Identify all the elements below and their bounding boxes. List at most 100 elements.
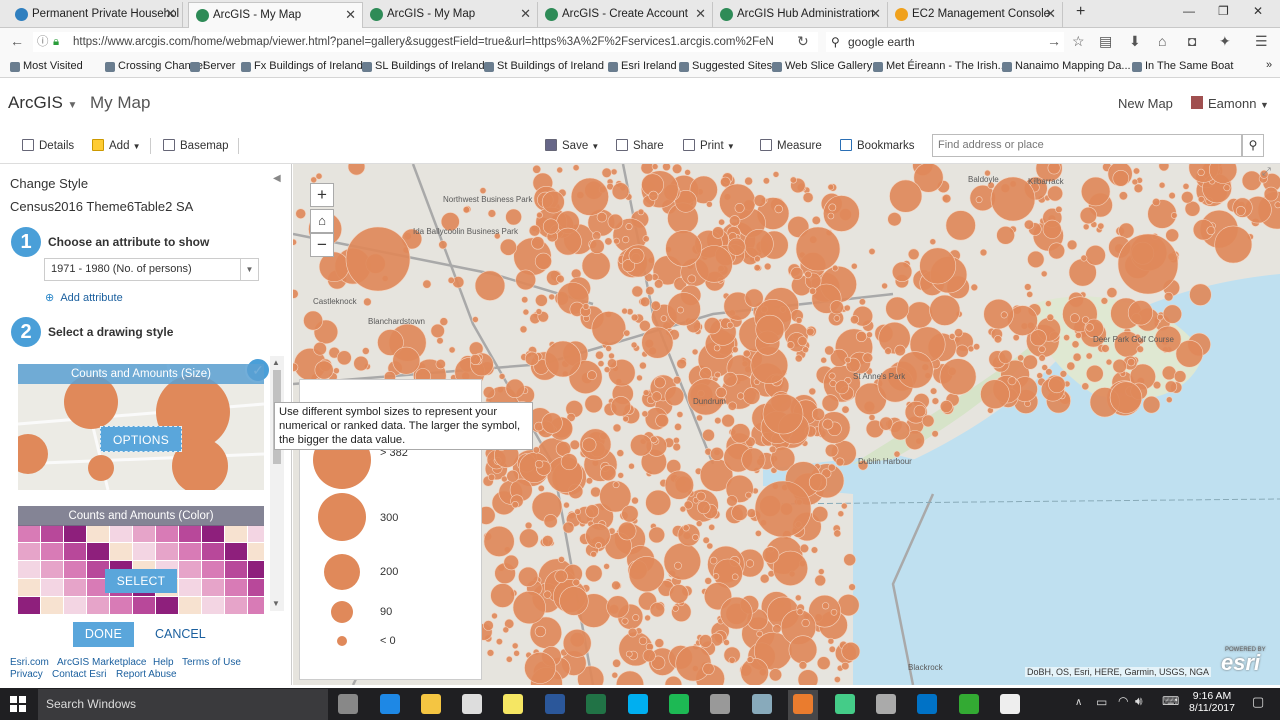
- bookmark-item[interactable]: In The Same Boat: [1130, 60, 1233, 72]
- bookmark-item[interactable]: Most Visited: [8, 60, 83, 72]
- find-search-button[interactable]: ⚲: [1242, 134, 1264, 157]
- library-icon[interactable]: ▤: [1099, 33, 1112, 50]
- style-card-color[interactable]: Counts and Amounts (Color) SELECT: [18, 506, 264, 614]
- arcgis-brand[interactable]: ArcGIS ▼: [8, 93, 77, 113]
- home-extent-button[interactable]: ⌂: [310, 209, 334, 233]
- outlook-icon[interactable]: [917, 694, 937, 714]
- app-icon[interactable]: [710, 694, 730, 714]
- close-tab-icon[interactable]: ✕: [870, 2, 881, 26]
- tray-chevron-icon[interactable]: ∧: [1075, 697, 1082, 708]
- keyboard-icon[interactable]: ⌨: [1162, 694, 1179, 708]
- user-menu[interactable]: Eamonn ▼: [1208, 96, 1269, 111]
- tab-3[interactable]: ArcGIS - My Map ✕: [363, 2, 538, 28]
- bookmark-item[interactable]: SL Buildings of Ireland: [360, 60, 485, 72]
- close-tab-icon[interactable]: ✕: [695, 2, 706, 26]
- cancel-button[interactable]: CANCEL: [155, 627, 206, 641]
- bookmark-item[interactable]: St Buildings of Ireland: [482, 60, 604, 72]
- collapse-panel-icon[interactable]: ◀: [273, 173, 281, 184]
- save-button[interactable]: Save ▼: [545, 139, 599, 152]
- add-button[interactable]: Add ▼: [92, 139, 141, 152]
- skype-icon[interactable]: [628, 694, 648, 714]
- expand-map-icon[interactable]: ⤢: [1262, 166, 1271, 179]
- store-icon[interactable]: [462, 694, 482, 714]
- word-icon[interactable]: [545, 694, 565, 714]
- spotify-icon[interactable]: [669, 694, 689, 714]
- bookmark-item[interactable]: Esri Ireland: [606, 60, 677, 72]
- footer-link[interactable]: Help: [153, 657, 174, 668]
- sticky-notes-icon[interactable]: [503, 694, 523, 714]
- browser-search-input[interactable]: ⚲ google earth: [826, 32, 1064, 52]
- network-icon[interactable]: ▭: [1096, 695, 1107, 709]
- scroll-down-icon[interactable]: ▼: [272, 599, 280, 608]
- bookmark-item[interactable]: Met Éireann - The Irish...: [871, 60, 1007, 72]
- volume-icon[interactable]: 🔊︎: [1135, 694, 1143, 709]
- scroll-up-icon[interactable]: ▲: [272, 358, 280, 367]
- add-attribute-link[interactable]: ⊕ Add attribute: [45, 291, 123, 304]
- tab-2[interactable]: ArcGIS - My Map ✕: [188, 2, 363, 28]
- new-tab-button[interactable]: +: [1076, 3, 1085, 21]
- app-icon[interactable]: [1000, 694, 1020, 714]
- minimize-window-button[interactable]: —: [1183, 4, 1195, 18]
- bookmark-item[interactable]: Nanaimo Mapping Da...: [1000, 60, 1131, 72]
- panel-scrollbar[interactable]: ▲ ▼: [270, 356, 284, 611]
- done-button[interactable]: DONE: [73, 622, 134, 647]
- tab-4[interactable]: ArcGIS - Create Account ✕: [538, 2, 713, 28]
- find-address-input[interactable]: Find address or place: [932, 134, 1242, 157]
- app-icon[interactable]: [752, 694, 772, 714]
- extension-icon[interactable]: ✦: [1219, 33, 1231, 50]
- footer-link[interactable]: ArcGIS Marketplace: [57, 657, 146, 668]
- camtasia-icon[interactable]: [959, 694, 979, 714]
- windows-search-input[interactable]: Search Windows: [38, 689, 328, 720]
- footer-link[interactable]: Contact Esri: [52, 669, 106, 680]
- file-explorer-icon[interactable]: [421, 694, 441, 714]
- task-view-icon[interactable]: [338, 694, 358, 714]
- close-tab-icon[interactable]: ✕: [165, 2, 176, 26]
- bookmark-item[interactable]: Web Slice Gallery: [770, 60, 872, 72]
- select-button[interactable]: SELECT: [105, 569, 177, 593]
- notifications-icon[interactable]: ▢: [1252, 694, 1264, 710]
- app-icon[interactable]: [876, 694, 896, 714]
- zoom-in-button[interactable]: +: [310, 183, 334, 207]
- close-tab-icon[interactable]: ✕: [520, 2, 531, 26]
- help-icon[interactable]: [835, 694, 855, 714]
- new-map-button[interactable]: New Map: [1118, 96, 1173, 111]
- bookmark-item[interactable]: Suggested Sites: [677, 60, 772, 72]
- print-button[interactable]: Print ▼: [683, 139, 735, 152]
- star-icon[interactable]: ☆: [1072, 33, 1085, 50]
- footer-link[interactable]: Terms of Use: [182, 657, 241, 668]
- bookmarks-button[interactable]: Bookmarks: [840, 139, 915, 152]
- info-icon[interactable]: ⓘ: [37, 32, 49, 52]
- share-button[interactable]: Share: [616, 139, 664, 152]
- bookmark-item[interactable]: Fx Buildings of Ireland: [239, 60, 363, 72]
- search-go-icon[interactable]: →: [1047, 33, 1061, 49]
- tab-1[interactable]: Permanent Private Househol ✕: [8, 2, 183, 28]
- close-tab-icon[interactable]: ✕: [1045, 2, 1056, 26]
- avatar[interactable]: [1191, 96, 1203, 109]
- clock[interactable]: 9:16 AM 8/11/2017: [1182, 690, 1242, 714]
- style-card-size[interactable]: Counts and Amounts (Size) OPTIONS: [18, 364, 264, 490]
- close-tab-icon[interactable]: ✕: [345, 3, 356, 27]
- measure-button[interactable]: Measure: [760, 139, 822, 152]
- footer-link[interactable]: Report Abuse: [116, 669, 177, 680]
- reload-icon[interactable]: ↻: [797, 33, 809, 50]
- wifi-icon[interactable]: ◠: [1118, 694, 1128, 708]
- url-bar[interactable]: ⓘ 🔒︎ https://www.arcgis.com/home/webmap/…: [33, 32, 818, 52]
- back-icon[interactable]: ←: [10, 33, 24, 49]
- tab-5[interactable]: ArcGIS Hub Administration ✕: [713, 2, 888, 28]
- pocket-icon[interactable]: ◘: [1188, 33, 1196, 49]
- attribute-select[interactable]: 1971 - 1980 (No. of persons) ▼: [44, 258, 259, 281]
- tab-6[interactable]: EC2 Management Console ✕: [888, 2, 1063, 28]
- options-button[interactable]: OPTIONS: [100, 426, 182, 452]
- bookmark-item[interactable]: Server: [188, 60, 235, 72]
- windows-start-icon[interactable]: [10, 696, 26, 712]
- download-icon[interactable]: ⬇: [1129, 33, 1141, 50]
- home-icon[interactable]: ⌂: [1158, 33, 1166, 49]
- excel-icon[interactable]: [586, 694, 606, 714]
- zoom-out-button[interactable]: −: [310, 233, 334, 257]
- footer-link[interactable]: Privacy: [10, 669, 43, 680]
- menu-icon[interactable]: ☰: [1255, 33, 1268, 50]
- edge-icon[interactable]: [380, 694, 400, 714]
- footer-link[interactable]: Esri.com: [10, 657, 49, 668]
- basemap-button[interactable]: Basemap: [163, 139, 229, 152]
- restore-window-button[interactable]: ❐: [1218, 4, 1229, 18]
